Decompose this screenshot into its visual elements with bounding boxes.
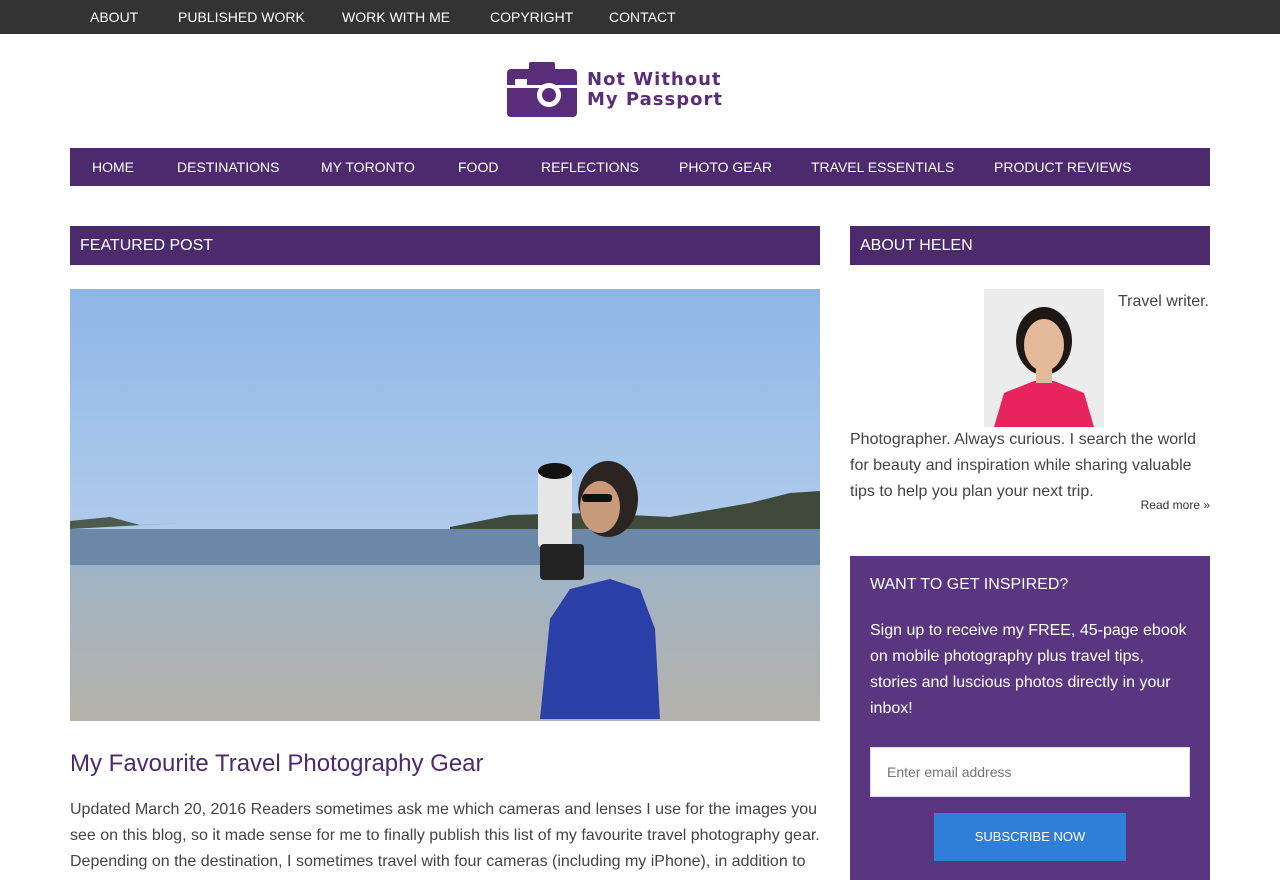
about-heading: About Helen xyxy=(850,226,1210,265)
logo-line-2: My Passport xyxy=(587,89,723,110)
top-navigation: About Published Work Work With Me Copyri… xyxy=(0,0,1280,34)
nav-my-toronto[interactable]: My Toronto xyxy=(321,148,415,186)
newsletter-box: Want to Get Inspired? Sign up to receive… xyxy=(850,556,1210,880)
nav-travel-essentials[interactable]: Travel Essentials xyxy=(811,148,954,186)
nav-reflections[interactable]: Reflections xyxy=(541,148,639,186)
main-navigation: Home Destinations My Toronto Food Reflec… xyxy=(70,148,1210,186)
topnav-copyright[interactable]: Copyright xyxy=(490,0,573,34)
featured-post-heading: Featured Post xyxy=(70,226,820,265)
email-input[interactable] xyxy=(870,747,1190,797)
beach-photo xyxy=(70,289,820,721)
topnav-work-with-me[interactable]: Work With Me xyxy=(342,0,450,34)
site-logo[interactable]: Not Without My Passport xyxy=(505,58,775,120)
logo-line-1: Not Without xyxy=(587,69,722,90)
topnav-contact[interactable]: Contact xyxy=(609,0,676,34)
topnav-about[interactable]: About xyxy=(90,0,138,34)
logo-text: Not Without My Passport xyxy=(587,70,723,110)
subscribe-button[interactable]: Subscribe Now xyxy=(934,813,1126,861)
post-excerpt: Updated March 20, 2016 Readers sometimes… xyxy=(70,801,820,870)
featured-post-image[interactable] xyxy=(70,289,820,721)
newsletter-text: Sign up to receive my FREE, 45-page eboo… xyxy=(870,622,1187,717)
newsletter-heading: Want to Get Inspired? xyxy=(870,576,1069,593)
nav-photo-gear[interactable]: Photo Gear xyxy=(679,148,772,186)
author-photo xyxy=(984,289,1104,427)
topnav-published-work[interactable]: Published Work xyxy=(178,0,305,34)
nav-home[interactable]: Home xyxy=(92,148,134,186)
nav-destinations[interactable]: Destinations xyxy=(177,148,279,186)
camera-icon xyxy=(507,62,577,117)
post-title[interactable]: My Favourite Travel Photography Gear xyxy=(70,750,484,778)
nav-product-reviews[interactable]: Product Reviews xyxy=(994,148,1131,186)
read-more-link[interactable]: Read more » xyxy=(1141,498,1210,512)
nav-food[interactable]: Food xyxy=(458,148,498,186)
